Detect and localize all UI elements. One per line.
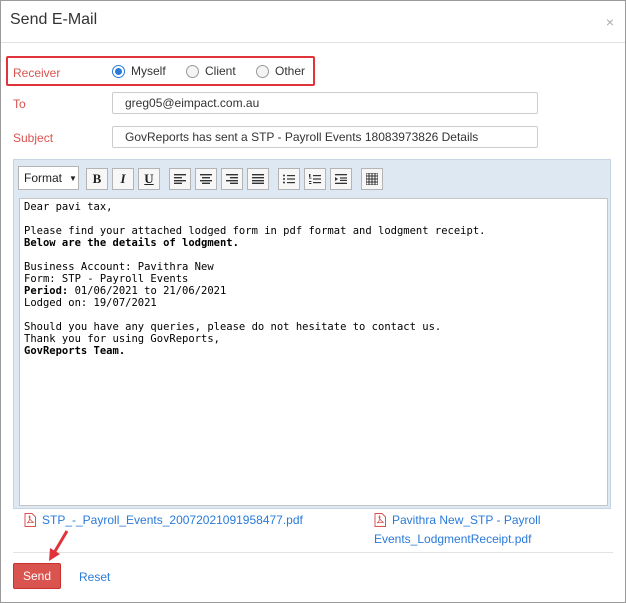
radio-checked-icon[interactable] [112, 64, 125, 78]
radio-unchecked-icon[interactable] [186, 64, 199, 78]
body-blank-line [24, 309, 603, 321]
format-dropdown[interactable]: Format ▼ [18, 166, 79, 190]
receiver-option-label: Other [275, 64, 306, 78]
body-details-heading: Below are the details of lodgment. [24, 237, 603, 249]
body-greeting: Dear pavi tax, [24, 201, 113, 213]
body-period-value: 01/06/2021 to 21/06/2021 [68, 285, 227, 297]
align-right-icon[interactable] [221, 168, 243, 190]
pdf-file-icon [374, 513, 386, 527]
receiver-option-label: Client [205, 64, 236, 78]
pdf-file-icon [24, 513, 36, 527]
receiver-option-myself[interactable]: Myself [112, 64, 166, 78]
receiver-option-label: Myself [131, 64, 166, 78]
body-signature: GovReports Team. [24, 345, 603, 357]
attachment-name[interactable]: Pavithra New_STP - Payroll [392, 511, 541, 530]
body-business-account: Business Account: Pavithra New [24, 261, 214, 273]
format-dropdown-label: Format [24, 171, 63, 185]
receiver-label: Receiver [13, 66, 61, 80]
attachment-receipt-pdf[interactable]: Pavithra New_STP - Payroll [374, 511, 541, 530]
email-body-editor[interactable]: Dear pavi tax, Please find your attached… [19, 198, 608, 506]
align-justify-icon[interactable] [247, 168, 269, 190]
align-left-icon[interactable] [169, 168, 191, 190]
attachment-name-line1: Pavithra New_STP - Payroll [392, 513, 541, 527]
body-queries: Should you have any queries, please do n… [24, 321, 442, 333]
red-arrow-annotation-icon [49, 530, 69, 561]
editor-toolbar: Format ▼ B I U [17, 165, 607, 192]
subject-label: Subject [13, 131, 54, 145]
body-intro: Please find your attached lodged form in… [24, 225, 486, 237]
numbered-list-icon[interactable] [304, 168, 326, 190]
footer-divider [13, 552, 613, 553]
send-button[interactable]: Send [13, 563, 61, 589]
italic-button[interactable]: I [112, 168, 134, 190]
body-details-heading-text: Below are the details of lodgment. [24, 237, 239, 249]
receiver-option-other[interactable]: Other [256, 64, 305, 78]
dialog-title: Send E-Mail [10, 11, 98, 28]
to-email-input[interactable] [112, 92, 538, 114]
close-icon[interactable]: × [606, 14, 614, 30]
body-blank-line [24, 213, 603, 225]
body-form: Form: STP - Payroll Events [24, 273, 189, 285]
to-label: To [13, 97, 26, 111]
radio-unchecked-icon[interactable] [256, 64, 269, 78]
body-signature-text: GovReports Team. [24, 345, 126, 357]
bullet-list-icon[interactable] [278, 168, 300, 190]
attachment-name-line2[interactable]: Events_LodgmentReceipt.pdf [374, 530, 531, 549]
bold-button[interactable]: B [86, 168, 108, 190]
align-center-icon[interactable] [195, 168, 217, 190]
receiver-option-client[interactable]: Client [186, 64, 236, 78]
chevron-down-icon: ▼ [69, 173, 77, 183]
underline-button[interactable]: U [138, 168, 160, 190]
subject-input[interactable] [112, 126, 538, 148]
attachment-receipt-pdf-line2[interactable]: Events_LodgmentReceipt.pdf [374, 530, 531, 549]
indent-icon[interactable] [330, 168, 352, 190]
body-period: Period: 01/06/2021 to 21/06/2021 [24, 285, 603, 297]
rich-text-editor: Format ▼ B I U Dear pavi tax, Please fin… [13, 159, 611, 509]
table-icon[interactable] [361, 168, 383, 190]
body-lodged-on: Lodged on: 19/07/2021 [24, 297, 157, 309]
attachment-name[interactable]: STP_-_Payroll_Events_20072021091958477.p… [42, 511, 303, 530]
title-divider [1, 42, 625, 43]
send-email-dialog: Send E-Mail × Receiver Myself Client Oth… [0, 0, 626, 603]
reset-button[interactable]: Reset [79, 570, 110, 584]
body-period-label: Period: [24, 285, 69, 297]
body-blank-line [24, 249, 603, 261]
body-thanks: Thank you for using GovReports, [24, 333, 220, 345]
